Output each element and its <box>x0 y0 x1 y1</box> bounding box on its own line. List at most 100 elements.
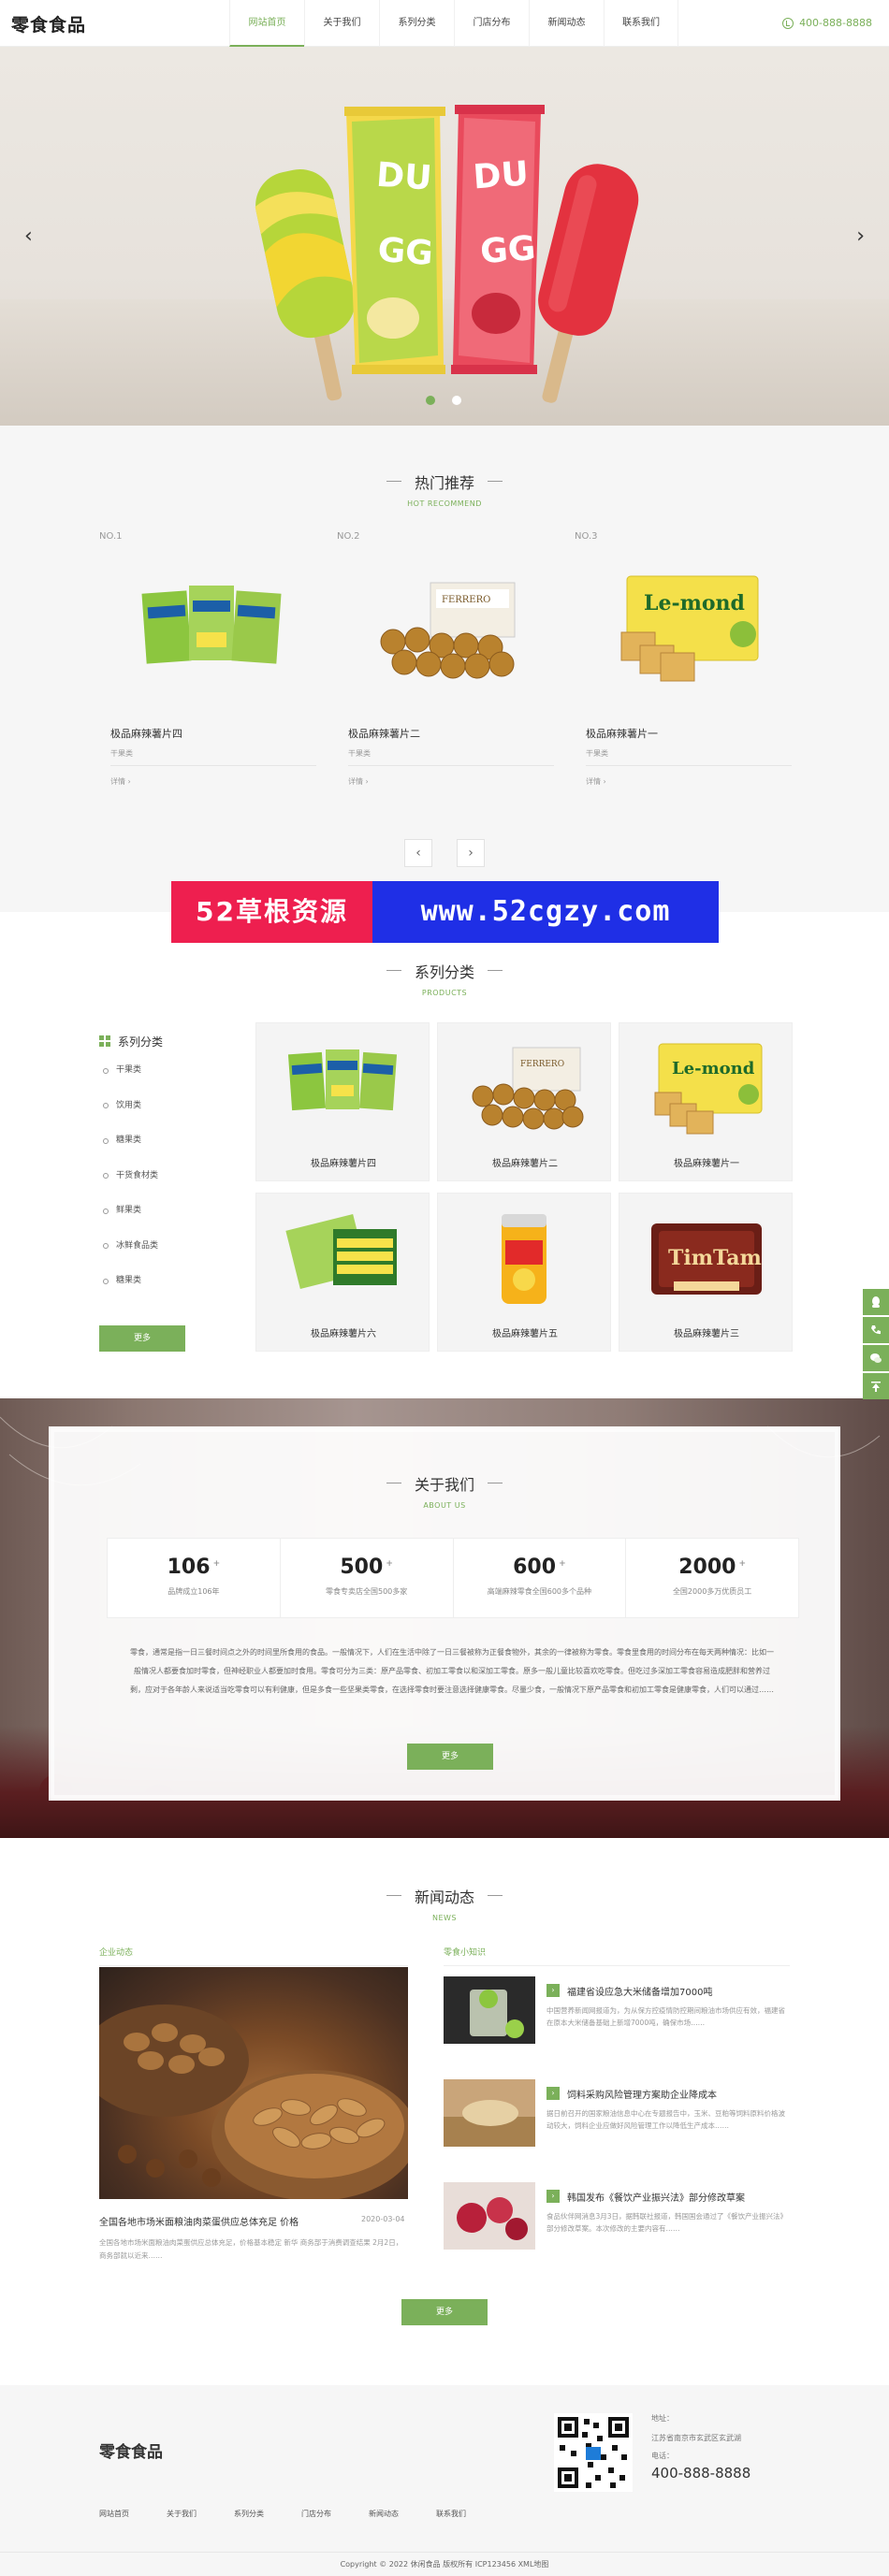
category-label: 饮用类 <box>116 1100 142 1110</box>
float-phone-button[interactable] <box>863 1317 889 1343</box>
svg-text:DU: DU <box>472 154 530 196</box>
category-item[interactable]: 干果类 <box>99 1053 202 1089</box>
hot-prev-button[interactable]: ‹ <box>404 839 432 867</box>
about-panel: 关于我们 ABOUT US 106 + 品牌成立106年 500 + 零食专卖店全国… <box>49 1426 840 1801</box>
category-item[interactable]: 糖果类 <box>99 1264 202 1299</box>
footer-logo[interactable]: 零食食品 <box>99 2439 163 2462</box>
about-subtitle: ABOUT US <box>423 1500 466 1510</box>
hot-card-name: 极品麻辣薯片四 <box>110 728 182 740</box>
float-wechat-button[interactable] <box>863 1345 889 1371</box>
product-image: FERRERO <box>472 1047 584 1130</box>
float-qq-button[interactable] <box>863 1289 889 1315</box>
news-list-item[interactable]: › 饲料采购风险管理方案助企业降成本 据日前召开的国家粮油信息中心在专题报告中，… <box>444 2079 790 2154</box>
category-sidebar-title: 系列分类 <box>118 1035 164 1049</box>
about-more-button[interactable]: 更多 <box>407 1744 493 1770</box>
news-feature-image[interactable] <box>99 1967 408 2199</box>
news-thumbnail <box>444 1976 535 2044</box>
news-item-title: 饲料采购风险管理方案助企业降成本 <box>567 2091 717 2101</box>
hot-card-2[interactable]: NO.2 FERRERO 极品麻辣薯片二 干果类 详情 › <box>337 531 561 803</box>
category-label: 鲜果类 <box>116 1206 142 1215</box>
float-top-button[interactable] <box>863 1373 889 1399</box>
product-card[interactable]: 极品麻辣薯片六 <box>255 1193 430 1352</box>
product-card[interactable]: FERRERO 极品麻辣薯片二 <box>437 1022 611 1181</box>
nav-about[interactable]: 关于我们 <box>304 0 379 47</box>
news-left-heading[interactable]: 企业动态 <box>99 1946 408 1966</box>
banner-dot-1[interactable] <box>426 396 435 405</box>
footer-phone-label: 电话： <box>651 2452 674 2460</box>
hot-card-1[interactable]: NO.1 极品麻辣薯片四 干果类 详情 › <box>99 531 324 803</box>
products-section-title: 系列分类 PRODUCTS <box>0 957 889 997</box>
hot-card-image: FERRERO <box>380 582 516 679</box>
product-name: 极品麻辣薯片二 <box>492 1159 558 1169</box>
nav-products[interactable]: 系列分类 <box>379 0 454 47</box>
product-name: 极品麻辣薯片五 <box>492 1329 558 1339</box>
news-list-item[interactable]: › 韩国发布《餐饮产业振兴法》部分修改草案 食品伙伴网消息3月3日，据韩联社报道… <box>444 2182 790 2257</box>
products-more-button[interactable]: 更多 <box>99 1325 185 1352</box>
phone-icon <box>782 17 794 29</box>
hot-card-detail-link[interactable]: 详情 › <box>348 776 369 787</box>
category-item[interactable]: 干货食材类 <box>99 1159 202 1194</box>
product-card[interactable]: 极品麻辣薯片五 <box>437 1193 611 1352</box>
news-item-title: 福建省设应急大米储备增加7000吨 <box>567 1988 713 1998</box>
site-logo[interactable]: 零食食品 <box>11 11 86 36</box>
stat-label: 高端麻辣零食全国600多个品种 <box>487 1587 592 1596</box>
hot-card-image: Le-mond <box>620 575 759 682</box>
category-item[interactable]: 鲜果类 <box>99 1194 202 1229</box>
category-label: 糖果类 <box>116 1276 142 1285</box>
news-list-item[interactable]: › 福建省设应急大米储备增加7000吨 中国营养新闻网报道为，为从保方控疫情防控… <box>444 1976 790 2051</box>
circle-icon <box>103 1173 109 1179</box>
footer-nav-home[interactable]: 网站首页 <box>99 2509 167 2519</box>
products-subtitle: PRODUCTS <box>421 988 468 997</box>
product-image <box>287 1049 398 1111</box>
category-item[interactable]: 冰鲜食品类 <box>99 1229 202 1265</box>
hot-card-number: NO.1 <box>99 531 123 542</box>
footer-nav-news[interactable]: 新闻动态 <box>369 2509 436 2519</box>
qr-code-icon <box>554 2413 633 2492</box>
hot-card-3[interactable]: NO.3 Le-mond 极品麻辣薯片一 干果类 详情 › <box>575 531 799 803</box>
footer-contact: 地址： 江苏省南京市玄武区玄武湖 电话： 400-888-8888 <box>651 2413 751 2482</box>
watermark-banner-right: www.52cgzy.com <box>372 881 719 943</box>
news-badge: › <box>547 2087 560 2100</box>
circle-icon <box>103 1208 109 1214</box>
svg-text:GG: GG <box>479 229 537 271</box>
stat-label: 品牌成立106年 <box>168 1587 220 1596</box>
svg-text:GG: GG <box>376 231 434 273</box>
news-feature-date: 2020-03-04 <box>361 2215 405 2223</box>
news-more-button[interactable]: 更多 <box>401 2299 488 2325</box>
divider <box>0 2552 889 2553</box>
main-nav: 网站首页 关于我们 系列分类 门店分布 新闻动态 联系我们 <box>229 0 678 47</box>
category-label: 干货食材类 <box>116 1170 159 1180</box>
category-item[interactable]: 糖果类 <box>99 1123 202 1159</box>
news-feature-title[interactable]: 全国各地市场米面粮油肉菜蛋供应总体充足 价格 <box>99 2214 342 2228</box>
banner-dot-2[interactable] <box>452 396 461 405</box>
news-right-heading[interactable]: 零食小知识 <box>444 1946 790 1966</box>
product-name: 极品麻辣薯片三 <box>674 1329 739 1339</box>
nav-home[interactable]: 网站首页 <box>229 0 304 47</box>
hot-card-category: 干果类 <box>586 749 608 758</box>
banner-prev-button[interactable]: ‹ <box>24 224 33 248</box>
stat-number: 500 <box>340 1556 384 1579</box>
product-card[interactable]: TimTam 极品麻辣薯片三 <box>619 1193 793 1352</box>
category-item[interactable]: 饮用类 <box>99 1089 202 1124</box>
category-sidebar: 系列分类 干果类 饮用类 糖果类 干货食材类 鲜果类 冰鲜食品类 糖果类 <box>99 1029 202 1299</box>
circle-icon <box>103 1278 109 1284</box>
footer-nav-about[interactable]: 关于我们 <box>167 2509 234 2519</box>
footer-nav-contact[interactable]: 联系我们 <box>436 2509 503 2519</box>
news-section: 新闻动态 NEWS 企业动态 零食小知识 全国各地市场米面粮油肉菜蛋供应总体充足… <box>0 1838 889 2385</box>
banner-next-button[interactable]: › <box>856 224 865 248</box>
hot-card-detail-link[interactable]: 详情 › <box>586 776 606 787</box>
nav-contact[interactable]: 联系我们 <box>604 0 678 47</box>
stat-number: 600 <box>513 1556 557 1579</box>
hot-subtitle: HOT RECOMMEND <box>407 499 482 508</box>
category-label: 冰鲜食品类 <box>116 1240 159 1251</box>
footer-nav-stores[interactable]: 门店分布 <box>301 2509 369 2519</box>
circle-icon <box>103 1103 109 1109</box>
footer-nav-products[interactable]: 系列分类 <box>234 2509 301 2519</box>
stat-item: 2000 + 全国2000多万优质员工 <box>626 1539 798 1617</box>
hot-card-detail-link[interactable]: 详情 › <box>110 776 131 787</box>
nav-stores[interactable]: 门店分布 <box>454 0 529 47</box>
nav-news[interactable]: 新闻动态 <box>529 0 604 47</box>
product-card[interactable]: 极品麻辣薯片四 <box>255 1022 430 1181</box>
product-card[interactable]: Le-mond 极品麻辣薯片一 <box>619 1022 793 1181</box>
hot-next-button[interactable]: › <box>457 839 485 867</box>
